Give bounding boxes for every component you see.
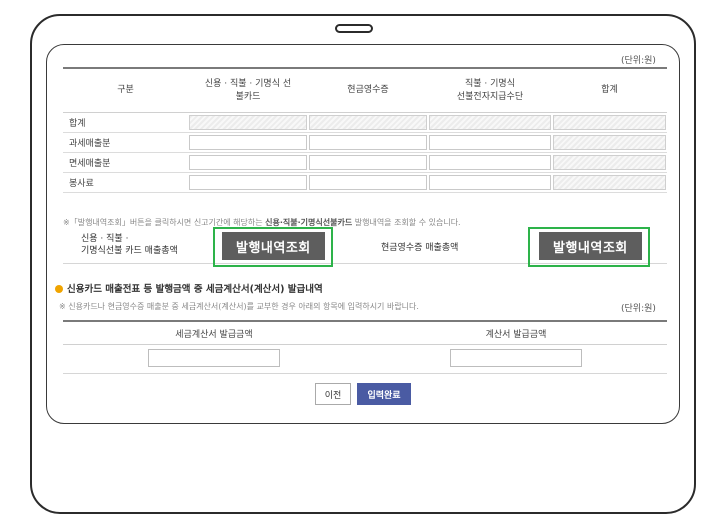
row-label: 합계 [63, 112, 188, 133]
highlight-cash-button [528, 227, 650, 267]
service-cash-input[interactable] [309, 175, 427, 190]
table-row: 과세매출분 [63, 132, 667, 153]
total-sum-cell [553, 115, 666, 130]
taxable-credit-input[interactable] [189, 135, 307, 150]
cash-receipt-sales-label: 현금영수증 매출총액 [381, 243, 459, 253]
total-cash-cell [309, 115, 427, 130]
table-row: 합계 [63, 112, 667, 133]
row-label: 봉사료 [63, 172, 188, 193]
taxable-debit-input[interactable] [429, 135, 551, 150]
col-header-credit-card: 신용 · 직불 · 기명식 선 불카드 [188, 67, 308, 113]
taxable-sum-cell [553, 135, 666, 150]
table-row: 면세매출분 [63, 152, 667, 173]
prev-button[interactable]: 이전 [315, 383, 351, 405]
col-header-category: 구분 [63, 67, 188, 113]
service-credit-input[interactable] [189, 175, 307, 190]
row-label: 과세매출분 [63, 132, 188, 153]
col-header-tax-invoice: 세금계산서 발급금액 [63, 320, 365, 345]
section-note: ※ 신용카드나 현금영수증 매출분 중 세금계산서(계산서)를 교부한 경우 아… [59, 302, 419, 311]
col-header-invoice: 계산서 발급금액 [365, 320, 667, 345]
unit-label: (단위:원) [621, 56, 656, 66]
exempt-debit-input[interactable] [429, 155, 551, 170]
total-credit-cell [189, 115, 307, 130]
exempt-cash-input[interactable] [309, 155, 427, 170]
table-row: 봉사료 [63, 172, 667, 193]
tax-invoice-amount-input[interactable] [148, 348, 280, 367]
service-debit-input[interactable] [429, 175, 551, 190]
screen: (단위:원) 구분 신용 · 직불 · 기명식 선 불카드 현금영수증 직불 · … [46, 44, 680, 424]
sales-table: 구분 신용 · 직불 · 기명식 선 불카드 현금영수증 직불 · 기명식 선불전자… [63, 67, 667, 193]
table-row [63, 344, 667, 374]
total-debit-cell [429, 115, 551, 130]
row-label: 면세매출분 [63, 152, 188, 173]
service-sum-cell [553, 175, 666, 190]
taxable-cash-input[interactable] [309, 135, 427, 150]
section-title: 신용카드 매출전표 등 발행금액 중 세금계산서(계산서) 발급내역 [55, 281, 323, 295]
submit-button[interactable]: 입력완료 [357, 383, 411, 405]
exempt-sum-cell [553, 155, 666, 170]
tax-invoice-table: 세금계산서 발급금액 계산서 발급금액 [63, 320, 667, 374]
invoice-amount-input[interactable] [450, 348, 582, 367]
col-header-cash-receipt: 현금영수증 [308, 67, 428, 113]
col-header-total: 합계 [552, 67, 667, 113]
speaker-slot [335, 24, 373, 33]
col-header-debit-prepaid: 직불 · 기명식 선불전자지급수단 [428, 67, 552, 113]
section-unit-label: (단위:원) [621, 304, 656, 314]
exempt-credit-input[interactable] [189, 155, 307, 170]
highlight-card-button [213, 227, 333, 267]
bullet-icon [55, 285, 63, 293]
card-sales-label: 신용 · 직불 · 기명식선불 카드 매출총액 [81, 234, 178, 256]
